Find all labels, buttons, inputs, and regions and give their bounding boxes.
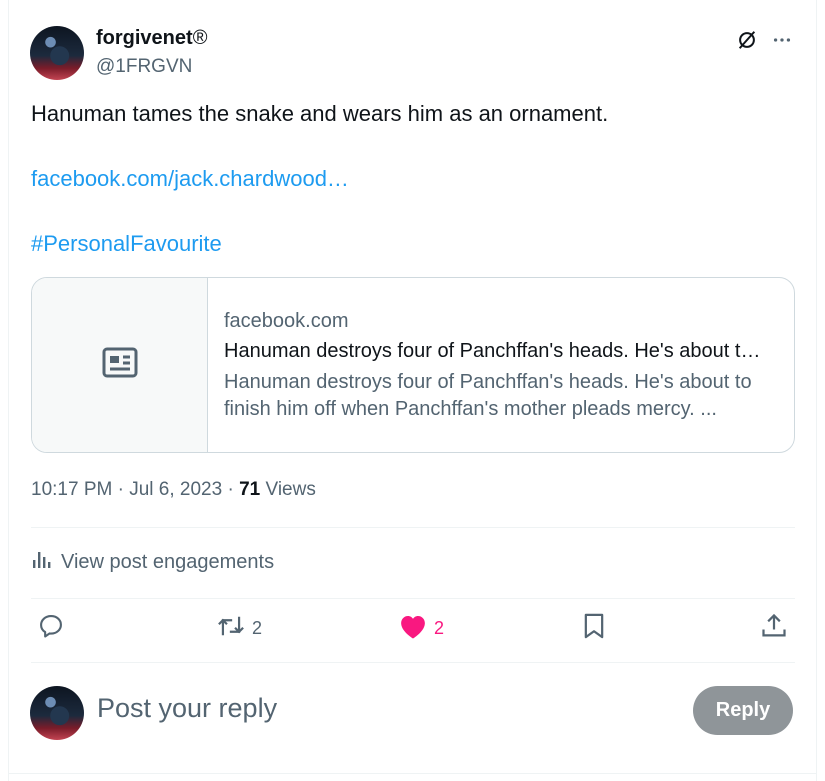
- divider: [31, 527, 795, 528]
- like-action[interactable]: 2: [398, 612, 444, 645]
- repost-action[interactable]: 2: [216, 612, 262, 645]
- views-label: Views: [265, 479, 316, 500]
- card-domain: facebook.com: [224, 310, 349, 332]
- author-handle[interactable]: @1FRGVN: [96, 56, 192, 78]
- views-count: 71: [239, 479, 261, 500]
- reply-action[interactable]: [37, 612, 71, 645]
- author-avatar[interactable]: [30, 26, 84, 80]
- bookmark-action[interactable]: [581, 612, 607, 645]
- divider: [31, 662, 795, 663]
- post-text: Hanuman tames the snake and wears him as…: [31, 101, 609, 126]
- reply-button[interactable]: Reply: [693, 686, 793, 735]
- post-link[interactable]: facebook.com/jack.chardwood…: [31, 166, 349, 192]
- article-icon: [102, 347, 138, 384]
- repost-icon: [216, 612, 246, 645]
- reply-icon: [37, 612, 65, 645]
- reply-input[interactable]: Post your reply: [97, 693, 277, 724]
- share-action[interactable]: [760, 612, 788, 645]
- like-count: 2: [434, 618, 445, 638]
- view-engagements-link[interactable]: View post engagements: [31, 548, 274, 576]
- card-thumbnail: [32, 278, 208, 452]
- divider: [8, 773, 817, 774]
- grok-icon[interactable]: [735, 28, 759, 52]
- post-hashtag[interactable]: #PersonalFavourite: [31, 231, 222, 257]
- post-time[interactable]: 10:17 PM: [31, 479, 112, 500]
- avatar-image: [30, 26, 84, 80]
- share-icon: [760, 612, 788, 645]
- meta-separator: ·: [117, 479, 124, 500]
- repost-count: 2: [252, 618, 263, 638]
- more-icon[interactable]: [770, 28, 794, 52]
- current-user-avatar[interactable]: [30, 686, 84, 740]
- post-meta: 10:17 PM · Jul 6, 2023 · 71 Views: [31, 479, 316, 501]
- bookmark-icon: [581, 612, 607, 645]
- display-name-text: forgivenet: [96, 27, 193, 49]
- meta-separator: ·: [227, 479, 234, 500]
- card-description: Hanuman destroys four of Panchffan's hea…: [224, 371, 752, 420]
- card-title: Hanuman destroys four of Panchffan's hea…: [224, 340, 761, 362]
- bar-chart-icon: [31, 548, 53, 576]
- heart-icon: [398, 612, 428, 645]
- divider: [31, 598, 795, 599]
- avatar-image: [30, 686, 84, 740]
- post-date[interactable]: Jul 6, 2023: [129, 479, 222, 500]
- engagements-label: View post engagements: [61, 550, 275, 573]
- registered-mark: ®: [192, 27, 208, 49]
- author-display-name[interactable]: forgivenet®: [96, 27, 207, 50]
- link-preview-card[interactable]: facebook.com Hanuman destroys four of Pa…: [31, 277, 795, 453]
